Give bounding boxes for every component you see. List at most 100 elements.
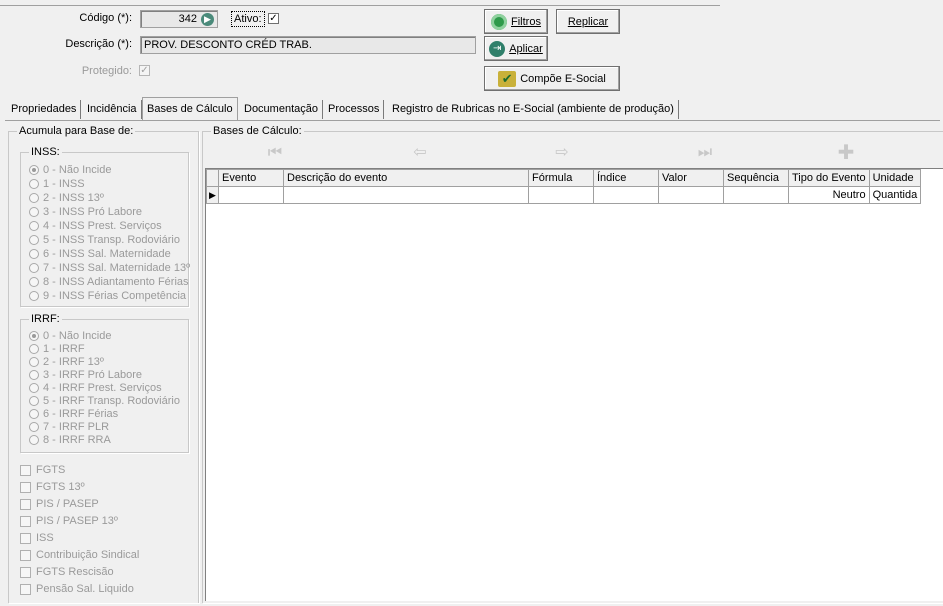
col-formula[interactable]: Fórmula bbox=[528, 169, 594, 187]
table-row[interactable]: ▶ Neutro Quantida bbox=[206, 186, 922, 204]
cell-evento[interactable] bbox=[218, 186, 284, 204]
first-record-icon[interactable]: ⏮ bbox=[263, 143, 287, 163]
radio-button[interactable] bbox=[29, 235, 39, 245]
prev-record-icon[interactable]: ⇦ bbox=[408, 143, 432, 163]
cell-descricao[interactable] bbox=[283, 186, 529, 204]
radio-label: 3 - IRRF Pró Labore bbox=[43, 369, 143, 381]
radio-option[interactable]: 9 - INSS Férias Competência bbox=[29, 289, 186, 303]
base-checkbox-row[interactable]: PIS / PASEP bbox=[20, 496, 99, 512]
radio-option[interactable]: 6 - IRRF Férias bbox=[29, 407, 118, 421]
radio-button[interactable] bbox=[29, 357, 39, 367]
radio-option[interactable]: 1 - IRRF bbox=[29, 342, 85, 356]
radio-option[interactable]: 2 - IRRF 13º bbox=[29, 355, 104, 369]
base-checkbox-label: PIS / PASEP bbox=[36, 498, 99, 510]
cell-sequencia[interactable] bbox=[723, 186, 789, 204]
col-valor[interactable]: Valor bbox=[658, 169, 724, 187]
radio-button[interactable] bbox=[29, 249, 39, 259]
ativo-checkbox[interactable]: ✓ bbox=[268, 13, 279, 24]
radio-option[interactable]: 3 - INSS Pró Labore bbox=[29, 205, 142, 219]
add-record-icon[interactable]: ✚ bbox=[834, 143, 858, 163]
radio-button[interactable] bbox=[29, 221, 39, 231]
base-checkbox[interactable] bbox=[20, 566, 31, 578]
codigo-value: 342 bbox=[178, 13, 197, 25]
radio-button[interactable] bbox=[29, 277, 39, 287]
radio-option[interactable]: 8 - IRRF RRA bbox=[29, 433, 111, 447]
radio-option[interactable]: 2 - INSS 13º bbox=[29, 191, 104, 205]
filtros-button[interactable]: Filtros bbox=[484, 9, 548, 34]
base-checkbox[interactable] bbox=[20, 498, 31, 510]
compoe-esocial-button[interactable]: ✔ Compõe E-Social bbox=[484, 66, 620, 91]
row-indicator-icon: ▶ bbox=[206, 186, 219, 204]
radio-option[interactable]: 5 - INSS Transp. Rodoviário bbox=[29, 233, 180, 247]
base-checkbox[interactable] bbox=[20, 549, 31, 561]
lookup-icon[interactable]: ▶ bbox=[201, 12, 214, 26]
radio-button[interactable] bbox=[29, 383, 39, 393]
radio-option[interactable]: 6 - INSS Sal. Maternidade bbox=[29, 247, 171, 261]
tab-bases-de-calculo[interactable]: Bases de Cálculo bbox=[142, 97, 238, 120]
base-checkbox[interactable] bbox=[20, 583, 31, 595]
base-checkbox[interactable] bbox=[20, 532, 31, 544]
base-checkbox[interactable] bbox=[20, 515, 31, 527]
base-checkbox-label: FGTS bbox=[36, 464, 66, 476]
base-checkbox-row[interactable]: Pensão Sal. Liquido bbox=[20, 581, 134, 597]
radio-option[interactable]: 7 - IRRF PLR bbox=[29, 420, 109, 434]
descricao-field[interactable]: PROV. DESCONTO CRÉD TRAB. bbox=[140, 36, 476, 54]
radio-option[interactable]: 5 - IRRF Transp. Rodoviário bbox=[29, 394, 180, 408]
radio-button[interactable] bbox=[29, 435, 39, 445]
radio-button[interactable] bbox=[29, 370, 39, 380]
tab-propriedades[interactable]: Propriedades bbox=[7, 100, 82, 119]
last-record-icon[interactable]: ⏭ bbox=[693, 143, 717, 163]
base-checkbox-row[interactable]: PIS / PASEP 13º bbox=[20, 513, 118, 529]
radio-option[interactable]: 8 - INSS Adiantamento Férias bbox=[29, 275, 189, 289]
radio-button[interactable] bbox=[29, 193, 39, 203]
base-checkbox[interactable] bbox=[20, 481, 31, 493]
tab-documentacao[interactable]: Documentação bbox=[240, 100, 323, 119]
col-tipo-evento[interactable]: Tipo do Evento bbox=[788, 169, 870, 187]
radio-button[interactable] bbox=[29, 344, 39, 354]
radio-button[interactable] bbox=[29, 422, 39, 432]
base-checkbox-row[interactable]: FGTS bbox=[20, 462, 65, 478]
radio-option[interactable]: 0 - Não Incide bbox=[29, 329, 111, 343]
aplicar-button[interactable]: ⇥ Aplicar bbox=[484, 36, 548, 61]
radio-option[interactable]: 0 - Não Incide bbox=[29, 163, 111, 177]
cell-valor[interactable] bbox=[658, 186, 724, 204]
radio-button[interactable] bbox=[29, 396, 39, 406]
radio-label: 4 - INSS Prest. Serviços bbox=[43, 220, 162, 232]
filter-icon bbox=[491, 13, 508, 30]
tab-incidencia[interactable]: Incidência bbox=[83, 100, 142, 119]
radio-button[interactable] bbox=[29, 409, 39, 419]
cell-tipo-evento[interactable]: Neutro bbox=[788, 186, 870, 204]
radio-option[interactable]: 3 - IRRF Pró Labore bbox=[29, 368, 142, 382]
radio-option[interactable]: 4 - INSS Prest. Serviços bbox=[29, 219, 162, 233]
tab-registro-rubricas[interactable]: Registro de Rubricas no E-Social (ambien… bbox=[388, 100, 679, 119]
cell-indice[interactable] bbox=[593, 186, 659, 204]
radio-button[interactable] bbox=[29, 291, 39, 301]
replicar-button[interactable]: Replicar bbox=[556, 9, 620, 34]
base-checkbox-row[interactable]: FGTS 13º bbox=[20, 479, 85, 495]
radio-button[interactable] bbox=[29, 263, 39, 273]
col-unidade[interactable]: Unidade bbox=[868, 169, 922, 187]
radio-option[interactable]: 4 - IRRF Prest. Serviços bbox=[29, 381, 162, 395]
radio-option[interactable]: 7 - INSS Sal. Maternidade 13º bbox=[29, 261, 190, 275]
base-checkbox-row[interactable]: Contribuição Sindical bbox=[20, 547, 139, 563]
tab-processos[interactable]: Processos bbox=[324, 100, 385, 119]
protegido-checkbox[interactable]: ✓ bbox=[139, 65, 150, 76]
radio-button[interactable] bbox=[29, 331, 39, 341]
col-descricao[interactable]: Descrição do evento bbox=[283, 169, 529, 187]
top-strip bbox=[0, 0, 720, 6]
radio-button[interactable] bbox=[29, 207, 39, 217]
col-indice[interactable]: Índice bbox=[593, 169, 659, 187]
base-checkbox-row[interactable]: FGTS Rescisão bbox=[20, 564, 114, 580]
base-checkbox[interactable] bbox=[20, 464, 31, 476]
radio-button[interactable] bbox=[29, 165, 39, 175]
radio-button[interactable] bbox=[29, 179, 39, 189]
col-sequencia[interactable]: Sequência bbox=[723, 169, 789, 187]
col-evento[interactable]: Evento bbox=[218, 169, 284, 187]
cell-formula[interactable] bbox=[528, 186, 594, 204]
base-checkbox-row[interactable]: ISS bbox=[20, 530, 54, 546]
next-record-icon[interactable]: ⇨ bbox=[550, 143, 574, 163]
bases-grid[interactable]: Evento Descrição do evento Fórmula Índic… bbox=[205, 168, 943, 601]
codigo-field[interactable]: 342 ▶ bbox=[140, 10, 218, 28]
cell-unidade[interactable]: Quantida bbox=[868, 186, 922, 204]
radio-option[interactable]: 1 - INSS bbox=[29, 177, 85, 191]
